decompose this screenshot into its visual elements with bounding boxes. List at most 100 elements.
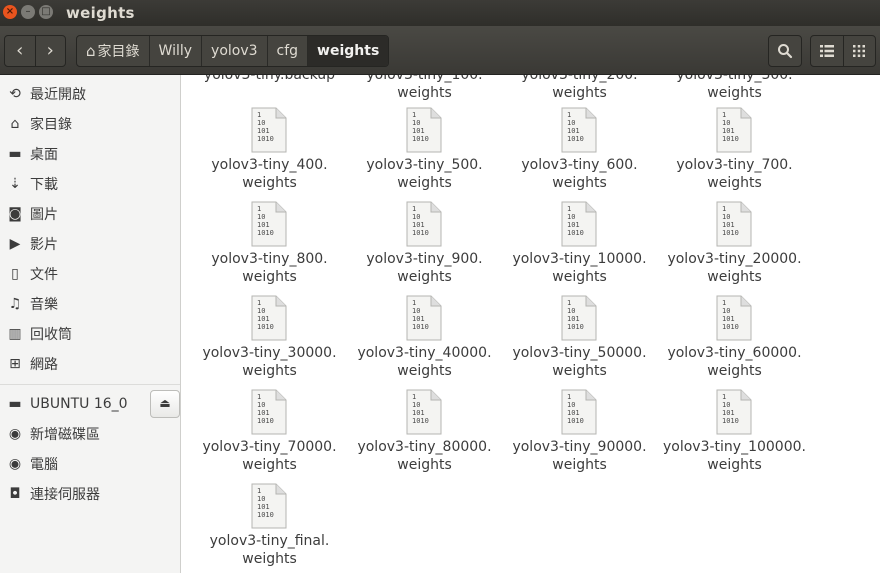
file-item[interactable]: 1 10 101 1010 yolov3-tiny_800. weights — [192, 201, 347, 285]
breadcrumb-yolov3[interactable]: yolov3 — [202, 36, 268, 66]
sidebar-item-music[interactable]: ♫ 音樂 — [0, 289, 180, 319]
file-name-line-2: weights — [707, 175, 762, 191]
file-item[interactable]: 1 10 101 1010 yolov3-tiny_final. weights — [192, 483, 347, 567]
file-item[interactable]: yolov3-tiny_100. weights — [347, 75, 502, 101]
sidebar-item-label: UBUNTU 16_0 — [30, 396, 128, 412]
icon-binary-text: 10 — [257, 495, 265, 503]
sidebar-item-document[interactable]: ▯ 文件 — [0, 259, 180, 289]
home-icon: ⌂ — [10, 116, 20, 132]
file-item[interactable]: 1 10 101 1010 yolov3-tiny_50000. weights — [502, 295, 657, 379]
file-item[interactable]: 1 10 101 1010 yolov3-tiny_60000. weights — [657, 295, 812, 379]
file-name-line-1: yolov3-tiny_300. — [676, 75, 793, 83]
file-item[interactable]: 1 10 101 1010 yolov3-tiny_30000. weights — [192, 295, 347, 379]
icon-binary-text: 10 — [567, 119, 575, 127]
file-name-line-2: weights — [707, 85, 762, 101]
chevron-right-icon: › — [46, 40, 54, 61]
icon-binary-text: 10 — [722, 401, 730, 409]
binary-file-icon: 1 10 101 1010 — [561, 201, 597, 247]
breadcrumb-weights[interactable]: weights — [308, 36, 389, 66]
sidebar-item-home[interactable]: ⌂ 家目錄 — [0, 109, 180, 139]
forward-button[interactable]: › — [34, 36, 66, 66]
file-name-line-1: yolov3-tiny_final. — [209, 533, 330, 549]
search-button[interactable] — [768, 35, 802, 67]
file-item[interactable]: 1 10 101 1010 yolov3-tiny_80000. weights — [347, 389, 502, 473]
breadcrumb-home[interactable]: ⌂ 家目錄 — [77, 36, 150, 66]
file-item[interactable]: 1 10 101 1010 yolov3-tiny_90000. weights — [502, 389, 657, 473]
breadcrumb-cfg[interactable]: cfg — [268, 36, 309, 66]
sidebar-divider — [0, 384, 180, 385]
file-item[interactable]: 1 10 101 1010 yolov3-tiny_40000. weights — [347, 295, 502, 379]
maximize-window-button[interactable]: □ — [39, 5, 53, 19]
sidebar-item-recent[interactable]: ⟲ 最近開啟 — [0, 79, 180, 109]
home-icon: ⌂ — [86, 42, 96, 60]
binary-file-icon: 1 10 101 1010 — [406, 201, 442, 247]
icon-binary-text: 1 — [412, 393, 416, 401]
file-item[interactable]: 1 10 101 1010 yolov3-tiny_70000. weights — [192, 389, 347, 473]
icon-binary-text: 101 — [722, 127, 735, 135]
icon-binary-text: 101 — [257, 503, 270, 511]
icon-binary-text: 101 — [412, 315, 425, 323]
file-item[interactable]: yolov3-tiny.backup — [192, 75, 347, 84]
file-item[interactable]: 1 10 101 1010 yolov3-tiny_900. weights — [347, 201, 502, 285]
binary-file-icon: 1 10 101 1010 — [251, 295, 287, 341]
binary-file-icon: 1 10 101 1010 — [561, 107, 597, 153]
sidebar: ⟲ 最近開啟 ⌂ 家目錄 ▬ 桌面 ⇣ 下載 ◙ 圖片 ▶ 影片 ▯ 文件 ♫ 音樂 ▥ 回收筒 ⊞ 網路 ▬ UBUNT… — [0, 75, 181, 573]
sidebar-item-trash[interactable]: ▥ 回收筒 — [0, 319, 180, 349]
icon-binary-text: 1 — [722, 205, 726, 213]
file-name-line-1: yolov3-tiny_90000. — [512, 439, 647, 455]
file-name-line-1: yolov3-tiny_700. — [676, 157, 793, 173]
file-name-line-1: yolov3-tiny.backup — [203, 75, 336, 83]
chevron-left-icon: ‹ — [16, 40, 24, 61]
file-name-line-1: yolov3-tiny_400. — [211, 157, 328, 173]
file-name-line-1: yolov3-tiny_200. — [521, 75, 638, 83]
icon-binary-text: 1010 — [257, 323, 274, 331]
sidebar-item-video[interactable]: ▶ 影片 — [0, 229, 180, 259]
sidebar-device-server[interactable]: ◘ 連接伺服器 — [0, 479, 180, 509]
file-name-line-1: yolov3-tiny_30000. — [202, 345, 337, 361]
sidebar-device-computer[interactable]: ◉ 電腦 — [0, 449, 180, 479]
close-window-button[interactable]: × — [3, 5, 17, 19]
music-icon: ♫ — [8, 296, 22, 312]
file-item[interactable]: 1 10 101 1010 yolov3-tiny_400. weights — [192, 107, 347, 191]
file-item[interactable]: 1 10 101 1010 yolov3-tiny_600. weights — [502, 107, 657, 191]
back-button[interactable]: ‹ — [5, 36, 35, 66]
icon-binary-text: 1010 — [257, 229, 274, 237]
grid-view-button[interactable] — [842, 36, 876, 66]
icon-binary-text: 101 — [257, 221, 270, 229]
file-name-line-1: yolov3-tiny_800. — [211, 251, 328, 267]
icon-binary-text: 10 — [722, 119, 730, 127]
header-bar: ‹ › ⌂ 家目錄 Willy yolov3 cfg weights — [0, 26, 880, 75]
sidebar-item-network[interactable]: ⊞ 網路 — [0, 349, 180, 379]
file-grid: yolov3-tiny.backup yolov3-tiny_100. weight… — [186, 75, 880, 573]
file-item[interactable]: 1 10 101 1010 yolov3-tiny_100000. weights — [657, 389, 812, 473]
sidebar-item-label: 網路 — [30, 357, 58, 373]
file-name-line-2: weights — [552, 363, 607, 379]
file-item[interactable]: yolov3-tiny_300.weights — [657, 75, 812, 101]
eject-icon: ⏏ — [159, 396, 171, 410]
file-item[interactable]: 1 10 101 1010 yolov3-tiny_700. weights — [657, 107, 812, 191]
icon-binary-text: 1 — [257, 299, 261, 307]
file-item[interactable]: 1 10 101 1010 yolov3-tiny_20000. weights — [657, 201, 812, 285]
sidebar-item-download[interactable]: ⇣ 下載 — [0, 169, 180, 199]
list-view-icon — [819, 45, 834, 57]
icon-binary-text: 10 — [257, 213, 265, 221]
file-item[interactable]: 1 10 101 1010 yolov3-tiny_10000. weights — [502, 201, 657, 285]
breadcrumb-willy[interactable]: Willy — [150, 36, 203, 66]
icon-binary-text: 1 — [412, 111, 416, 119]
sidebar-item-camera[interactable]: ◙ 圖片 — [0, 199, 180, 229]
folder-icon: ▬ — [8, 146, 22, 162]
sidebar-item-folder[interactable]: ▬ 桌面 — [0, 139, 180, 169]
file-item[interactable]: yolov3-tiny_200. weights — [502, 75, 657, 101]
icon-binary-text: 10 — [257, 401, 265, 409]
file-name-line-2: weights — [242, 269, 297, 285]
icon-binary-text: 1 — [567, 111, 571, 119]
eject-button[interactable]: ⏏ — [150, 390, 180, 418]
icon-binary-text: 1010 — [722, 417, 739, 425]
sidebar-device-disk[interactable]: ◉ 新增磁碟區 — [0, 419, 180, 449]
minimize-window-button[interactable]: – — [21, 5, 35, 19]
file-item[interactable]: 1 10 101 1010 yolov3-tiny_500. weights — [347, 107, 502, 191]
list-view-button[interactable] — [811, 36, 843, 66]
icon-binary-text: 101 — [412, 127, 425, 135]
icon-binary-text: 10 — [412, 119, 420, 127]
navigation-buttons: ‹ › — [4, 35, 66, 67]
